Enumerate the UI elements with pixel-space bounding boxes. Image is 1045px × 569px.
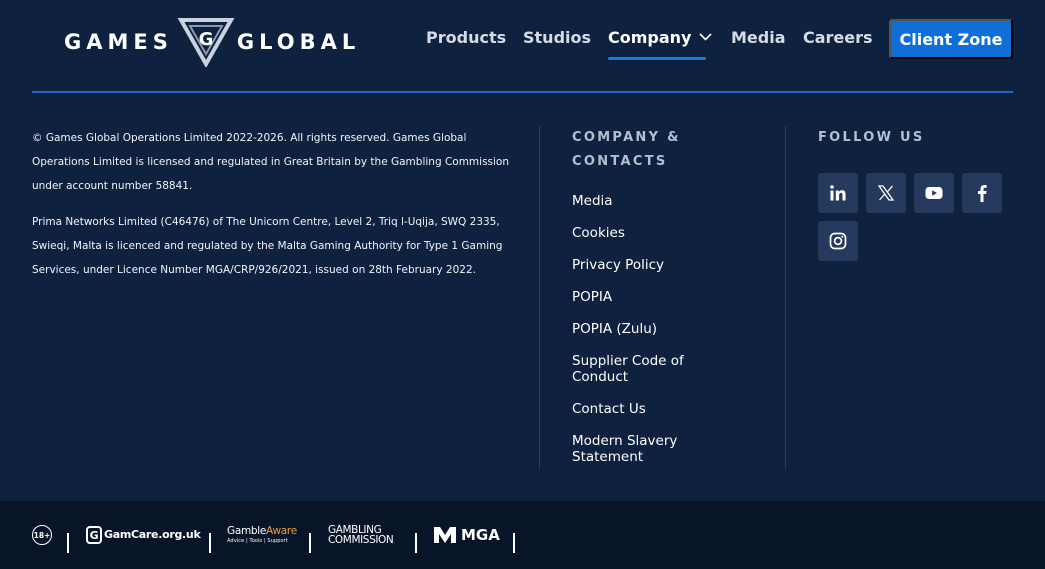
- footer-link-popia-zulu[interactable]: POPIA (Zulu): [572, 321, 732, 337]
- nav-products[interactable]: Products: [426, 28, 506, 47]
- social-links: [818, 173, 1008, 261]
- gambleaware-text-a: Gamble: [227, 524, 267, 537]
- compliance-bar: 18+ G GamCare.org.uk GambleAware Advice |…: [0, 501, 1045, 569]
- client-zone-button[interactable]: Client Zone: [889, 19, 1013, 59]
- bottom-separator: [309, 533, 311, 553]
- bottom-separator: [209, 533, 211, 553]
- youtube-icon: [925, 187, 943, 199]
- bottom-separator: [513, 533, 515, 553]
- gambleaware-text-b: Aware: [266, 524, 297, 537]
- gambleaware-logo: GambleAware Advice | Tools | Support: [227, 526, 297, 545]
- logo-mark-letter: G: [198, 29, 213, 50]
- gamcare-link[interactable]: G GamCare.org.uk: [86, 501, 201, 569]
- logo-shield-icon: G: [177, 18, 235, 67]
- mga-link[interactable]: MGA: [434, 501, 500, 569]
- company-heading-line-2: CONTACTS: [572, 154, 668, 169]
- footer-link-modern-slavery[interactable]: Modern Slavery Statement: [572, 433, 732, 465]
- nav-company-label: Company: [608, 28, 692, 47]
- gamcare-logo: G GamCare.org.uk: [86, 526, 201, 544]
- footer-link-cookies[interactable]: Cookies: [572, 225, 732, 241]
- company-contacts-heading: COMPANY & CONTACTS: [572, 126, 681, 174]
- gambleaware-tagline: Advice | Tools | Support: [227, 538, 288, 545]
- linkedin-button[interactable]: [818, 173, 858, 213]
- mga-mark-icon: [434, 527, 456, 543]
- gamcare-g-icon: G: [86, 526, 102, 544]
- gambling-commission-logo: GAMBLING COMMISSION: [328, 524, 394, 546]
- bottom-separator: [415, 533, 417, 553]
- legal-notice: © Games Global Operations Limited 2022-2…: [32, 126, 524, 282]
- column-divider-left: [539, 126, 540, 469]
- x-icon: [877, 185, 895, 201]
- games-global-logo[interactable]: GAMES G GLOBAL: [64, 16, 360, 68]
- footer-link-popia[interactable]: POPIA: [572, 289, 732, 305]
- nav-careers[interactable]: Careers: [803, 28, 873, 47]
- footer-link-privacy-policy[interactable]: Privacy Policy: [572, 257, 732, 273]
- linkedin-icon: [830, 185, 846, 201]
- logo-word-global: GLOBAL: [236, 30, 361, 54]
- facebook-button[interactable]: [962, 173, 1002, 213]
- gambling-commission-line-2: COMMISSION: [328, 534, 394, 546]
- age-18-plus: 18+: [32, 525, 52, 545]
- header-divider: [32, 91, 1013, 93]
- mga-text: MGA: [461, 526, 500, 544]
- footer-link-contact-us[interactable]: Contact Us: [572, 401, 732, 417]
- company-links: Media Cookies Privacy Policy POPIA POPIA…: [572, 193, 732, 481]
- legal-paragraph-gb: © Games Global Operations Limited 2022-2…: [32, 132, 510, 192]
- age-restriction-badge: 18+: [32, 501, 52, 569]
- nav-active-indicator: [608, 57, 706, 60]
- legal-paragraph-malta: Prima Networks Limited (C46476) of The U…: [32, 216, 503, 276]
- x-button[interactable]: [866, 173, 906, 213]
- gamcare-text: GamCare.org.uk: [104, 528, 201, 541]
- instagram-button[interactable]: [818, 221, 858, 261]
- nav-studios[interactable]: Studios: [523, 28, 591, 47]
- facebook-icon: [978, 185, 987, 202]
- gambling-commission-link[interactable]: GAMBLING COMMISSION: [328, 501, 394, 569]
- column-divider-right: [785, 126, 786, 469]
- bottom-separator: [67, 533, 69, 553]
- footer-link-media[interactable]: Media: [572, 193, 732, 209]
- youtube-button[interactable]: [914, 173, 954, 213]
- chevron-down-icon: [699, 33, 713, 41]
- follow-us-heading: FOLLOW US: [818, 130, 925, 145]
- company-heading-line-1: COMPANY &: [572, 130, 681, 145]
- instagram-icon: [829, 232, 847, 250]
- site-header: GAMES G GLOBAL Products Studios Company …: [0, 0, 1045, 93]
- nav-company[interactable]: Company: [608, 28, 713, 47]
- logo-word-games: GAMES: [64, 30, 173, 54]
- gambleaware-link[interactable]: GambleAware Advice | Tools | Support: [227, 501, 297, 569]
- footer-link-supplier-code[interactable]: Supplier Code of Conduct: [572, 353, 732, 385]
- nav-media[interactable]: Media: [731, 28, 786, 47]
